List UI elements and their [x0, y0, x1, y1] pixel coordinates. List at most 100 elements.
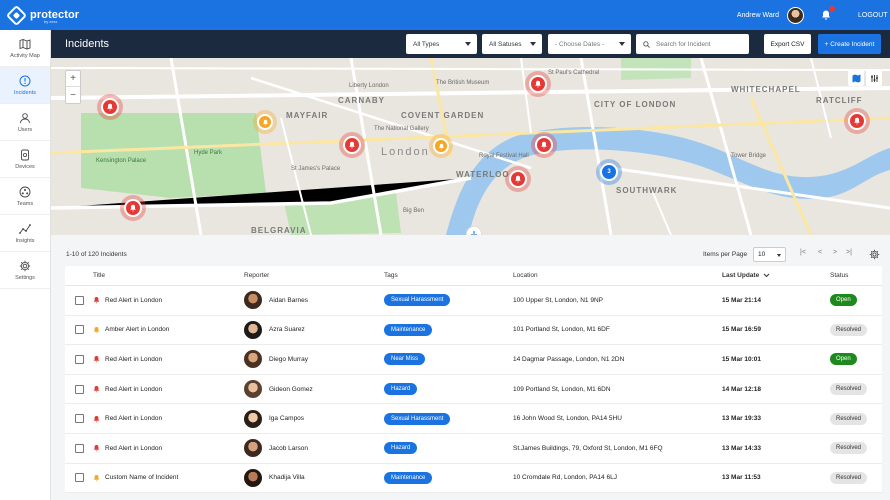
sidebar-item-settings[interactable]: Settings — [0, 252, 50, 289]
status-badge: Resolved — [830, 471, 868, 484]
incident-location: 16 John Wood St, London, PA14 5HU — [513, 415, 622, 423]
incident-tag[interactable]: Maintenance — [384, 323, 433, 336]
table-row[interactable]: Red Alert in London Gideon Gomez Hazard … — [65, 375, 882, 405]
sidebar-item-devices[interactable]: Devices — [0, 141, 50, 178]
column-tags[interactable]: Tags — [384, 272, 513, 279]
red-incident-pin[interactable] — [120, 195, 146, 221]
zoom-out-button[interactable]: − — [66, 87, 80, 103]
create-incident-button[interactable]: + Create Incident — [818, 34, 881, 54]
insights-icon — [19, 223, 31, 234]
next-page-button[interactable]: > — [833, 249, 837, 256]
map-label-london: London — [381, 146, 430, 158]
sidebar-item-incidents[interactable]: Incidents — [0, 67, 50, 104]
column-title[interactable]: Title — [93, 272, 244, 279]
map-label-big-ben: Big Ben — [403, 208, 425, 214]
incident-tag[interactable]: Maintenance — [384, 471, 433, 484]
user-name[interactable]: Andrew Ward — [737, 12, 779, 19]
map-filter-button[interactable] — [866, 70, 882, 86]
table-row[interactable]: Custom Name of Incident Khadija Villa Ma… — [65, 464, 882, 494]
red-incident-pin[interactable] — [844, 108, 870, 134]
incident-title[interactable]: Red Alert in London — [105, 297, 162, 304]
row-checkbox[interactable] — [74, 295, 84, 305]
table-row[interactable]: Red Alert in London Aidan Barnes Sexual … — [65, 286, 882, 316]
logout-link[interactable]: LOGOUT — [858, 12, 888, 19]
incident-map[interactable]: London CITY OF LONDON MAYFAIR CARNABY CO… — [51, 58, 890, 235]
reporter-name: Azra Suarez — [269, 326, 305, 334]
reporter-name: Khadija Villa — [269, 474, 305, 482]
avatar — [244, 468, 262, 487]
row-checkbox[interactable] — [74, 443, 84, 453]
column-status[interactable]: Status — [830, 272, 882, 279]
user-avatar[interactable] — [787, 6, 804, 24]
avatar — [244, 380, 262, 399]
prev-page-button[interactable]: < — [818, 249, 822, 256]
table-settings-gear-icon[interactable] — [869, 249, 880, 260]
sidebar: Activity Map Incidents Users Devices Tea… — [0, 30, 51, 500]
collapse-map-button[interactable] — [466, 226, 482, 235]
search-input[interactable] — [636, 34, 749, 54]
row-checkbox[interactable] — [74, 414, 84, 424]
red-incident-pin[interactable] — [505, 166, 531, 192]
incident-title[interactable]: Red Alert in London — [105, 386, 162, 393]
table-row[interactable]: Red Alert in London Iga Campos Sexual Ha… — [65, 404, 882, 434]
row-checkbox[interactable] — [74, 384, 84, 394]
notifications-bell-icon[interactable] — [820, 6, 835, 21]
first-page-button[interactable]: |< — [800, 249, 806, 256]
incident-tag[interactable]: Hazard — [384, 442, 418, 455]
logo-mark-icon — [5, 4, 28, 26]
map-label-hyde-park: Hyde Park — [194, 150, 223, 156]
incident-last-update: 13 Mar 11:53 — [722, 474, 761, 482]
incident-cluster-pin[interactable]: 3 — [596, 159, 622, 185]
incident-tag[interactable]: Sexual Harassment — [384, 412, 451, 425]
incident-tag[interactable]: Sexual Harassment — [384, 294, 451, 307]
red-incident-pin[interactable] — [525, 71, 551, 97]
bell-icon — [848, 112, 866, 130]
column-last-update[interactable]: Last Update — [722, 272, 830, 279]
map-label-belgravia: BELGRAVIA — [251, 226, 307, 235]
incident-title[interactable]: Red Alert in London — [105, 445, 162, 452]
map-label-tower-bridge: Tower Bridge — [731, 153, 767, 159]
incident-last-update: 14 Mar 12:18 — [722, 385, 762, 393]
incident-last-update: 13 Mar 19:33 — [722, 415, 762, 423]
table-row[interactable]: Amber Alert in London Azra Suarez Mainte… — [65, 316, 882, 346]
table-row[interactable]: Red Alert in London Jacob Larson Hazard … — [65, 434, 882, 464]
table-row[interactable]: Red Alert in London Diego Murray Near Mi… — [65, 345, 882, 375]
red-incident-pin[interactable] — [97, 94, 123, 120]
sidebar-item-activity-map[interactable]: Activity Map — [0, 30, 50, 67]
date-filter-dropdown[interactable]: - Choose Dates - — [548, 34, 631, 54]
status-filter-dropdown[interactable]: All Satuses — [482, 34, 542, 54]
page-title: Incidents — [65, 38, 110, 50]
map-label-carnaby: CARNABY — [338, 96, 385, 105]
incident-tag[interactable]: Hazard — [384, 383, 418, 396]
sidebar-item-teams[interactable]: Teams — [0, 178, 50, 215]
sidebar-item-users[interactable]: Users — [0, 104, 50, 141]
sidebar-item-label: Teams — [16, 200, 34, 207]
map-icon — [19, 38, 31, 49]
map-label-royal-festival: Royal Festival Hall — [479, 153, 529, 159]
map-layers-button[interactable] — [848, 70, 864, 86]
items-per-page-select[interactable]: 10 — [753, 247, 786, 262]
sidebar-item-insights[interactable]: Insights — [0, 215, 50, 252]
row-checkbox[interactable] — [74, 473, 84, 483]
row-checkbox[interactable] — [74, 325, 84, 335]
red-incident-pin[interactable] — [339, 132, 365, 158]
amber-incident-pin[interactable] — [429, 134, 453, 158]
incident-title[interactable]: Red Alert in London — [105, 356, 162, 363]
column-last-update-label: Last Update — [722, 272, 760, 279]
export-csv-button[interactable]: Export CSV — [764, 34, 811, 54]
amber-incident-pin[interactable] — [253, 110, 277, 134]
red-alert-bell-icon — [93, 445, 100, 452]
type-filter-dropdown[interactable]: All Types — [406, 34, 477, 54]
row-checkbox[interactable] — [74, 354, 84, 364]
column-reporter[interactable]: Reporter — [244, 272, 384, 279]
incident-title[interactable]: Red Alert in London — [105, 415, 162, 422]
incident-tag[interactable]: Near Miss — [384, 353, 426, 366]
type-filter-value: All Types — [413, 40, 440, 48]
incident-title[interactable]: Amber Alert in London — [105, 326, 169, 333]
avatar — [244, 439, 262, 458]
last-page-button[interactable]: >| — [846, 249, 852, 256]
incident-title[interactable]: Custom Name of Incident — [105, 474, 178, 481]
zoom-in-button[interactable]: + — [66, 71, 80, 87]
red-incident-pin[interactable] — [531, 132, 557, 158]
column-location[interactable]: Location — [513, 272, 722, 279]
